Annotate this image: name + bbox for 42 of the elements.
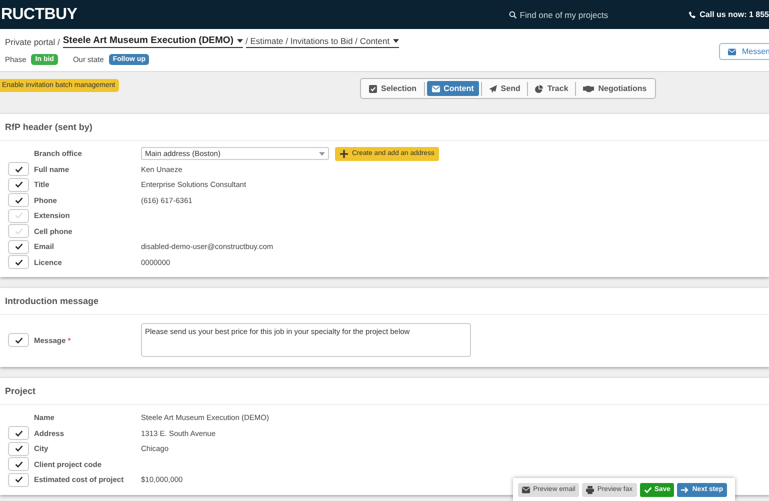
breadcrumb-prefix: Private portal / <box>5 36 60 46</box>
plus-icon <box>340 150 348 158</box>
include-toggle[interactable] <box>8 240 29 254</box>
include-toggle[interactable] <box>8 457 29 472</box>
step-tab[interactable]: Selection <box>364 81 422 96</box>
step-tab[interactable]: Content <box>426 81 479 96</box>
step-tab[interactable]: Negotiations <box>578 81 652 96</box>
search-icon <box>508 10 517 18</box>
include-toggle[interactable] <box>8 178 29 192</box>
include-toggle[interactable] <box>8 426 29 440</box>
step-tab[interactable]: Send <box>484 81 526 96</box>
phone-icon <box>688 10 696 18</box>
section-title: Project <box>0 378 769 405</box>
section-title: RfP header (sent by) <box>0 114 769 141</box>
breadcrumb-path-dropdown[interactable]: / Estimate / Invitations to Bid / Content <box>246 36 399 48</box>
include-toggle[interactable] <box>8 224 29 238</box>
envelope-icon <box>432 84 440 92</box>
section-title: Introduction message <box>0 288 769 315</box>
include-toggle[interactable] <box>8 333 29 347</box>
paper-plane-icon <box>488 84 497 92</box>
caret-icon <box>392 38 399 42</box>
checkbox-icon <box>369 84 377 92</box>
pie-chart-icon <box>535 84 544 92</box>
search-link[interactable]: Find one of my projects <box>508 10 688 20</box>
include-toggle[interactable] <box>8 472 29 487</box>
include-toggle[interactable] <box>8 162 29 176</box>
envelope-icon <box>522 486 530 494</box>
call-link[interactable]: Call us now: 1 855 <box>688 10 769 19</box>
caret-icon <box>319 152 325 156</box>
arrow-right-icon <box>681 486 690 494</box>
logo: RUCTBUY <box>0 6 78 24</box>
checkmark-icon <box>644 486 652 494</box>
step-tab[interactable]: Track <box>530 81 574 96</box>
caret-icon <box>236 38 242 42</box>
printer-icon <box>586 486 594 494</box>
include-toggle[interactable] <box>8 193 29 208</box>
envelope-icon <box>728 48 736 56</box>
include-toggle[interactable] <box>8 442 29 456</box>
include-toggle[interactable] <box>8 255 29 270</box>
include-toggle[interactable] <box>8 208 29 223</box>
project-dropdown[interactable]: Steele Art Museum Execution (DEMO) <box>62 35 242 48</box>
checkmark-icon <box>14 336 22 344</box>
